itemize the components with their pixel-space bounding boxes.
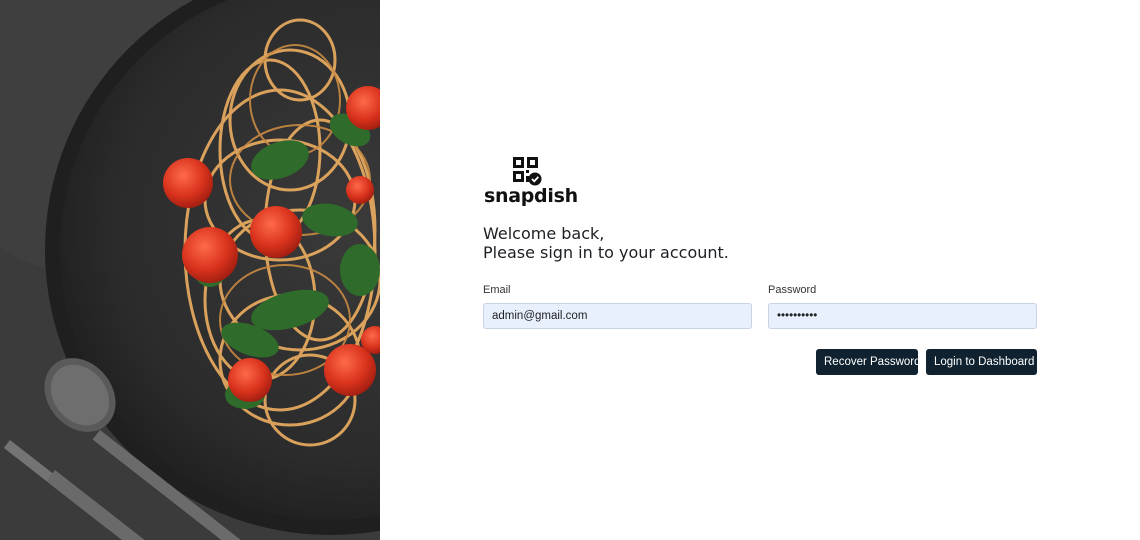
recover-password-button[interactable]: Recover Password [816,349,921,375]
pasta-plate-photo [0,0,380,540]
password-field[interactable] [768,303,1037,329]
welcome-line-1: Welcome back, [483,224,605,243]
brand-logo: snapdish [484,156,578,208]
qr-check-icon [513,157,542,186]
login-window: snapdish Welcome back, Please sign in to… [0,0,1124,540]
email-field[interactable] [483,303,752,329]
login-panel: snapdish Welcome back, Please sign in to… [380,0,1124,540]
password-label: Password [768,284,817,296]
login-button[interactable]: Login to Dashboard [926,349,1037,375]
welcome-line-2: Please sign in to your account. [483,243,729,262]
brand-name: snapdish [484,185,578,207]
welcome-heading: Welcome back, Please sign in to your acc… [483,224,729,262]
email-label: Email [483,284,511,296]
